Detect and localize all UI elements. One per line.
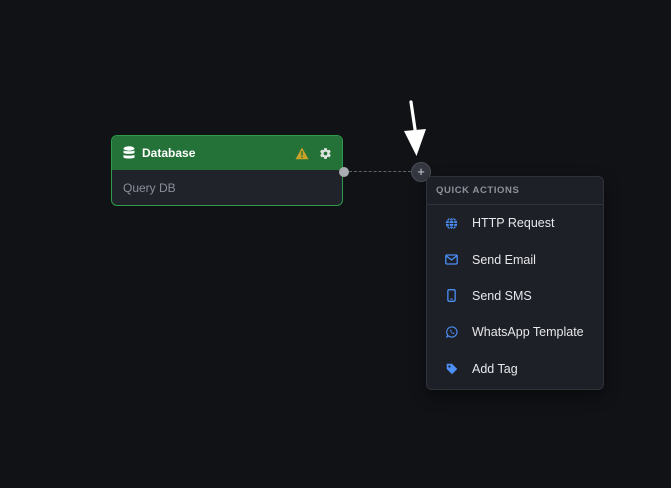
connection-edge — [349, 171, 411, 172]
menu-item-label: HTTP Request — [472, 216, 555, 231]
warning-icon[interactable] — [295, 147, 309, 160]
menu-item-label: Add Tag — [472, 361, 518, 376]
tag-icon — [445, 362, 458, 375]
menu-item-whatsapp-template[interactable]: WhatsApp Template — [427, 314, 603, 350]
output-handle[interactable] — [339, 167, 349, 177]
node-body: Query DB — [112, 170, 342, 205]
menu-item-label: Send Email — [472, 252, 536, 267]
menu-header-label: QUICK ACTIONS — [436, 185, 520, 196]
menu-item-label: WhatsApp Template — [472, 325, 584, 340]
menu-item-send-sms[interactable]: Send SMS — [427, 278, 603, 314]
database-icon — [123, 146, 135, 160]
menu-item-http-request[interactable]: HTTP Request — [427, 205, 603, 241]
phone-icon — [445, 289, 458, 303]
mail-icon — [445, 253, 458, 266]
node-subtitle: Query DB — [123, 181, 176, 195]
gear-icon[interactable] — [319, 147, 332, 160]
whatsapp-icon — [445, 326, 458, 339]
node-title: Database — [142, 146, 196, 160]
menu-item-send-email[interactable]: Send Email — [427, 241, 603, 277]
globe-icon — [445, 217, 458, 230]
quick-actions-menu: QUICK ACTIONS HTTP Request Send Email Se… — [426, 176, 604, 390]
menu-header: QUICK ACTIONS — [427, 177, 603, 205]
pointer-arrow-icon — [404, 100, 426, 156]
menu-item-add-tag[interactable]: Add Tag — [427, 351, 603, 387]
workflow-canvas[interactable]: Database Query DB + QUICK ACTIONS HTTP R… — [0, 0, 671, 488]
node-header: Database — [112, 136, 342, 170]
menu-item-label: Send SMS — [472, 288, 532, 303]
database-node[interactable]: Database Query DB — [111, 135, 343, 206]
